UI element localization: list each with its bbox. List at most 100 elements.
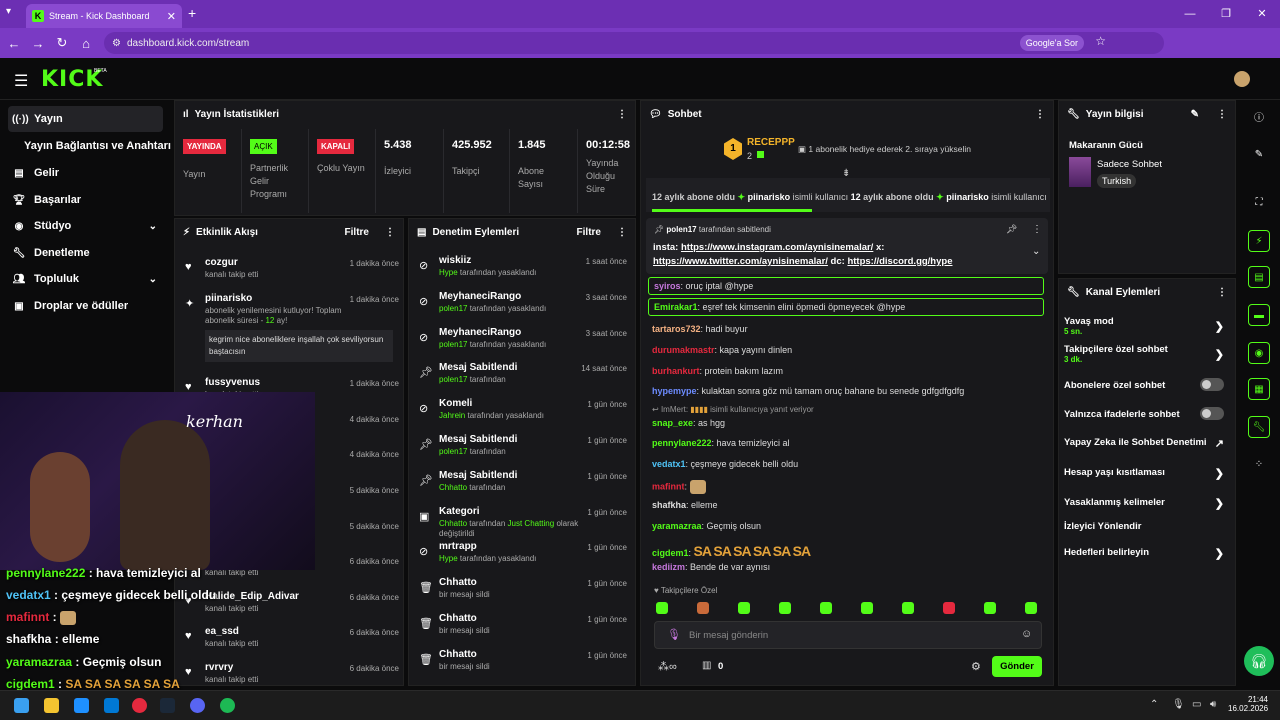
emote-icon[interactable] xyxy=(697,602,709,614)
tab-search-icon[interactable]: ▾ xyxy=(6,6,20,20)
broadcast-icon[interactable]: ◉ xyxy=(1248,342,1270,364)
discord-link[interactable]: https://discord.gg/hype xyxy=(847,256,952,267)
outlook-icon[interactable] xyxy=(104,698,119,713)
channel-action-item[interactable]: İzleyici Yönlendir xyxy=(1064,521,1224,532)
category-name[interactable]: Sadece Sohbet xyxy=(1097,159,1162,170)
emote-icon[interactable] xyxy=(861,602,873,614)
home-icon[interactable]: ⌂ xyxy=(74,36,98,51)
pin-icon[interactable]: 📌︎ xyxy=(1006,224,1017,235)
channel-action-item[interactable]: Abonelere özel sohbet xyxy=(1064,378,1224,391)
chat-username[interactable]: durumakmastr xyxy=(652,345,715,355)
channel-action-item[interactable]: Yapay Zeka ile Sohbet Denetimi ↗ xyxy=(1064,437,1224,450)
chat-username[interactable]: syiros xyxy=(654,281,681,291)
emote-icon[interactable] xyxy=(902,602,914,614)
channel-action-item[interactable]: Yalnızca ifadelerle sohbet xyxy=(1064,407,1224,420)
more-menu-icon[interactable]: ⋮ xyxy=(617,109,627,120)
bolt-icon[interactable]: ⚡︎ xyxy=(1248,230,1270,252)
network-icon[interactable]: ▭ xyxy=(1192,699,1201,710)
channel-action-item[interactable]: Hesap yaşı kısıtlaması ❯ xyxy=(1064,467,1224,480)
info-icon[interactable]: ⓘ xyxy=(1248,108,1270,130)
windows-start-icon[interactable] xyxy=(14,698,29,713)
edit-pencil-icon[interactable]: ✎ xyxy=(1191,109,1199,120)
instagram-link[interactable]: https://www.instagram.com/aynisinemalar/ xyxy=(681,242,873,253)
store-icon[interactable]: ▥ xyxy=(702,660,711,671)
chat-username[interactable]: snap_exe xyxy=(652,418,693,428)
chat-username[interactable]: pennylane222 xyxy=(652,438,712,448)
microphone-icon[interactable]: 🎙︎ xyxy=(1172,699,1185,710)
activity-filter-button[interactable]: Filtre xyxy=(345,227,369,238)
emote-icon[interactable] xyxy=(943,602,955,614)
expand-chevron-icon[interactable]: ⌄ xyxy=(1032,246,1040,257)
twitter-link[interactable]: https://www.twitter.com/aynisinemalar/ xyxy=(653,256,828,267)
chat-username[interactable]: tartaros732 xyxy=(652,324,701,334)
restore-icon[interactable]: ❐ xyxy=(1208,0,1244,28)
add-widget-icon[interactable]: ⁘ xyxy=(1248,454,1270,476)
sidebar-item-gelir[interactable]: ▤ Gelir xyxy=(8,160,163,186)
emote-icon[interactable] xyxy=(820,602,832,614)
back-icon[interactable]: ← xyxy=(2,36,26,51)
sidebar-item-droplar[interactable]: ▣ Droplar ve ödüller xyxy=(8,293,163,319)
reload-icon[interactable]: ↻ xyxy=(50,35,74,51)
more-menu-icon[interactable]: ⋮ xyxy=(1035,109,1045,120)
mic-icon[interactable]: 🎙︎ xyxy=(667,628,681,641)
more-menu-icon[interactable]: ⋮ xyxy=(1032,224,1042,235)
chat-username[interactable]: shafkha xyxy=(652,500,686,510)
support-headset-icon[interactable]: 🎧︎ xyxy=(1244,646,1274,676)
chat-username[interactable]: Emirakar1 xyxy=(654,302,698,312)
sidebar-item-denetleme[interactable]: 🔧︎ Denetleme xyxy=(8,240,163,266)
chrome-icon[interactable] xyxy=(132,698,147,713)
channel-action-item[interactable]: Yavaş mod 5 sn. ❯ xyxy=(1064,316,1224,336)
fullscreen-icon[interactable]: ⛶ xyxy=(1248,192,1270,214)
sidebar-item-studyo[interactable]: ◉ Stüdyo ⌄ xyxy=(8,213,163,239)
emote-icon[interactable] xyxy=(738,602,750,614)
chat-username[interactable]: kediizm xyxy=(652,562,685,572)
emoji-icon[interactable]: ☺ xyxy=(1021,628,1032,640)
new-tab-icon[interactable]: + xyxy=(188,5,196,21)
sidebar-item-basarilar[interactable]: 🏆︎ Başarılar xyxy=(8,187,163,213)
chat-username[interactable]: vedatx1 xyxy=(652,459,686,469)
user-avatar[interactable] xyxy=(1234,71,1250,87)
bookmark-star-icon[interactable]: ☆ xyxy=(1095,34,1106,48)
close-tab-icon[interactable]: ✕ xyxy=(167,10,176,23)
channel-action-item[interactable]: Yasaklanmış kelimeler ❯ xyxy=(1064,497,1224,510)
settings-gear-icon[interactable]: ⚙ xyxy=(971,660,981,673)
browser-tab[interactable]: K Stream - Kick Dashboard ✕ xyxy=(26,4,182,28)
chat-username[interactable]: cigdem1 xyxy=(652,548,689,558)
minimize-icon[interactable]: — xyxy=(1172,0,1208,28)
url-field[interactable]: ⚙ dashboard.kick.com/stream Google'a Sor… xyxy=(104,32,1164,54)
clock[interactable]: 21:44 16.02.2026 xyxy=(1228,695,1268,713)
more-menu-icon[interactable]: ⋮ xyxy=(1217,109,1227,120)
more-menu-icon[interactable]: ⋮ xyxy=(1217,287,1227,298)
sidebar-item-stream-key[interactable]: Yayın Bağlantısı ve Anahtarı xyxy=(8,133,172,159)
hamburger-menu-icon[interactable]: ☰ xyxy=(14,71,28,91)
site-info-icon[interactable]: ⚙ xyxy=(112,38,121,49)
chat-username[interactable]: burhankurt xyxy=(652,366,700,376)
channel-action-item[interactable]: Hedefleri belirleyin ❯ xyxy=(1064,547,1224,560)
emote-icon[interactable] xyxy=(1025,602,1037,614)
google-ask-button[interactable]: Google'a Sor xyxy=(1019,35,1084,51)
chat-username[interactable]: mafinnt xyxy=(652,481,685,491)
chat-username[interactable]: hypemype xyxy=(652,386,697,396)
send-button[interactable]: Gönder xyxy=(992,656,1042,677)
moderation-filter-button[interactable]: Filtre xyxy=(577,227,601,238)
emote-icon[interactable] xyxy=(984,602,996,614)
emote-icon[interactable] xyxy=(656,602,668,614)
layout-icon[interactable]: ▦ xyxy=(1248,378,1270,400)
channel-action-item[interactable]: Takipçilere özel sohbet 3 dk. ❯ xyxy=(1064,344,1224,364)
spotify-icon[interactable] xyxy=(220,698,235,713)
points-icon[interactable]: ⁂∞ xyxy=(658,660,677,673)
discord-icon[interactable] xyxy=(190,698,205,713)
emote-icon[interactable] xyxy=(779,602,791,614)
chat-icon[interactable]: ▬ xyxy=(1248,304,1270,326)
more-menu-icon[interactable]: ⋮ xyxy=(385,227,395,238)
close-window-icon[interactable]: ✕ xyxy=(1244,0,1280,28)
forward-icon[interactable]: → xyxy=(26,36,50,51)
steam-icon[interactable] xyxy=(160,698,175,713)
chat-input[interactable]: 🎙︎ Bir mesaj gönderin ☺ xyxy=(654,621,1042,649)
volume-icon[interactable]: 🔊︎ xyxy=(1210,699,1216,710)
file-explorer-icon[interactable] xyxy=(44,698,59,713)
wrench-icon[interactable]: 🔧︎ xyxy=(1248,416,1270,438)
sidebar-item-topluluk[interactable]: 👥︎ Topluluk ⌄ xyxy=(8,266,163,292)
tray-chevron-icon[interactable]: ⌃ xyxy=(1150,699,1158,710)
toggle-switch[interactable] xyxy=(1200,378,1224,391)
